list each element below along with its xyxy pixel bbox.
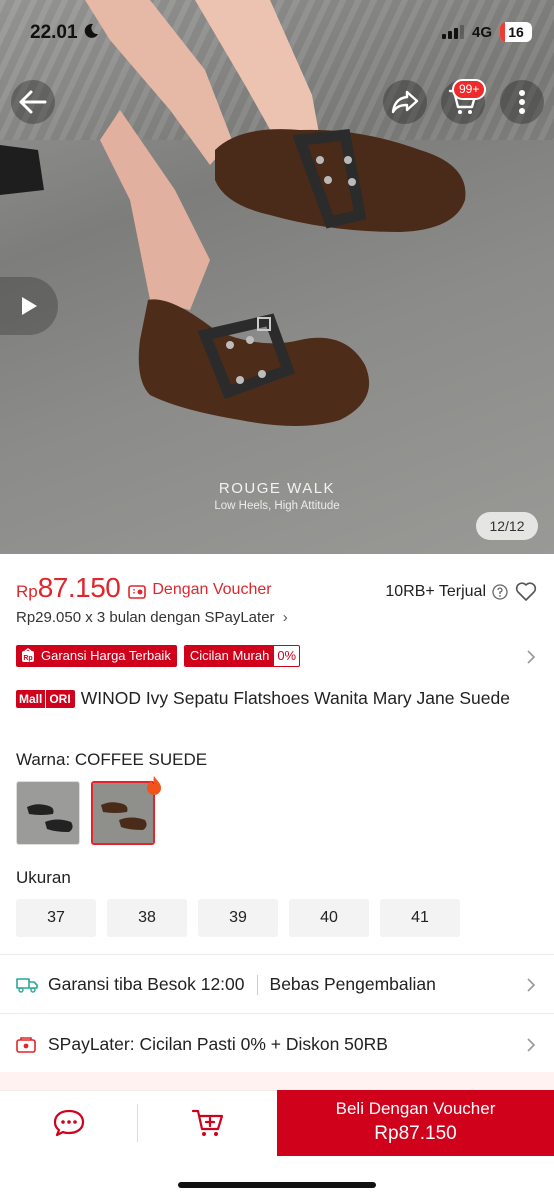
svg-text:Rp: Rp (23, 655, 32, 662)
back-button[interactable] (11, 80, 55, 124)
product-title: Mall ORI WINOD Ivy Sepatu Flatshoes Wanita… (16, 686, 536, 710)
play-icon (22, 297, 37, 315)
price-currency: Rp (16, 582, 38, 601)
bottom-strip (0, 1072, 554, 1090)
signal-icon (441, 25, 464, 39)
spaylater-icon (16, 1036, 36, 1053)
status-time: 22.01 (30, 22, 99, 44)
shipping-row[interactable]: Garansi tiba Besok 12:00 Bebas Pengembal… (16, 974, 436, 995)
image-counter: 12/12 (476, 512, 538, 540)
chevron-right-icon[interactable] (526, 649, 536, 665)
variant-coffee-image (93, 783, 153, 843)
help-circle-icon[interactable] (492, 584, 508, 600)
flame-icon (147, 776, 161, 795)
share-icon (391, 90, 419, 114)
chat-button[interactable] (0, 1090, 137, 1156)
voucher-icon (128, 585, 147, 599)
size-option-41[interactable]: 41 (380, 899, 460, 937)
price-value: 87.150 (37, 572, 121, 603)
add-to-cart-icon (191, 1109, 223, 1136)
spaylater-installment-link[interactable]: Rp29.050 x 3 bulan dengan SPayLater › (16, 609, 288, 626)
delivery-guarantee: Garansi tiba Besok 12:00 (48, 974, 245, 994)
separator (256, 974, 258, 995)
chat-icon (53, 1109, 84, 1137)
chevron-right-icon[interactable] (526, 1037, 536, 1053)
buy-button-price: Rp87.150 (374, 1123, 457, 1144)
size-option-39[interactable]: 39 (198, 899, 278, 937)
variant-black-image (17, 782, 79, 844)
guarantee-icon: Rp (22, 648, 34, 662)
size-option-38[interactable]: 38 (107, 899, 187, 937)
color-variant-label: Warna: COFFEE SUEDE (16, 750, 208, 769)
size-options: 37 38 39 40 41 (16, 899, 460, 937)
hero-brand-text: ROUGE WALK (218, 480, 336, 497)
variant-thumb-black[interactable] (16, 781, 80, 845)
free-returns: Bebas Pengembalian (269, 974, 436, 994)
sold-count: 10RB+ Terjual (385, 583, 508, 601)
mall-ori-tag: Mall ORI (16, 690, 75, 708)
arrow-left-icon (19, 90, 47, 114)
installment-badge: Cicilan Murah 0% (183, 645, 301, 667)
buy-button-label: Beli Dengan Voucher (335, 1099, 496, 1118)
add-to-cart-button[interactable] (138, 1090, 277, 1156)
network-type: 4G (471, 23, 492, 41)
share-button[interactable] (383, 80, 427, 124)
size-option-40[interactable]: 40 (289, 899, 369, 937)
size-option-37[interactable]: 37 (16, 899, 96, 937)
voucher-label: Dengan Voucher (128, 581, 272, 599)
divider (0, 1013, 554, 1014)
home-indicator (178, 1182, 376, 1188)
delivery-truck-icon (16, 977, 38, 993)
moon-icon (84, 23, 98, 38)
divider (0, 954, 554, 955)
cart-count-badge: 99+ (452, 79, 487, 100)
hero-tagline: Low Heels, High Attitude (214, 500, 340, 512)
price-row: Rp 87.150 Dengan Voucher (16, 572, 272, 604)
chevron-right-icon[interactable] (526, 977, 536, 993)
buy-with-voucher-button[interactable]: Beli Dengan Voucher Rp87.150 (277, 1090, 554, 1156)
heart-icon[interactable] (515, 582, 537, 602)
promo-badges[interactable]: Rp Garansi Harga Terbaik Cicilan Murah 0… (16, 645, 301, 667)
more-vertical-icon (519, 90, 525, 114)
spaylater-promo-row[interactable]: SPayLater: Cicilan Pasti 0% + Diskon 50R… (16, 1034, 388, 1055)
battery-icon: 16 (500, 22, 532, 42)
status-indicators: 4G 16 (441, 22, 532, 42)
chevron-right-icon: › (282, 609, 288, 626)
size-label: Ukuran (16, 868, 71, 887)
more-options-button[interactable] (500, 80, 544, 124)
play-video-button[interactable] (0, 277, 58, 335)
best-price-guarantee-badge: Rp Garansi Harga Terbaik (16, 645, 177, 667)
